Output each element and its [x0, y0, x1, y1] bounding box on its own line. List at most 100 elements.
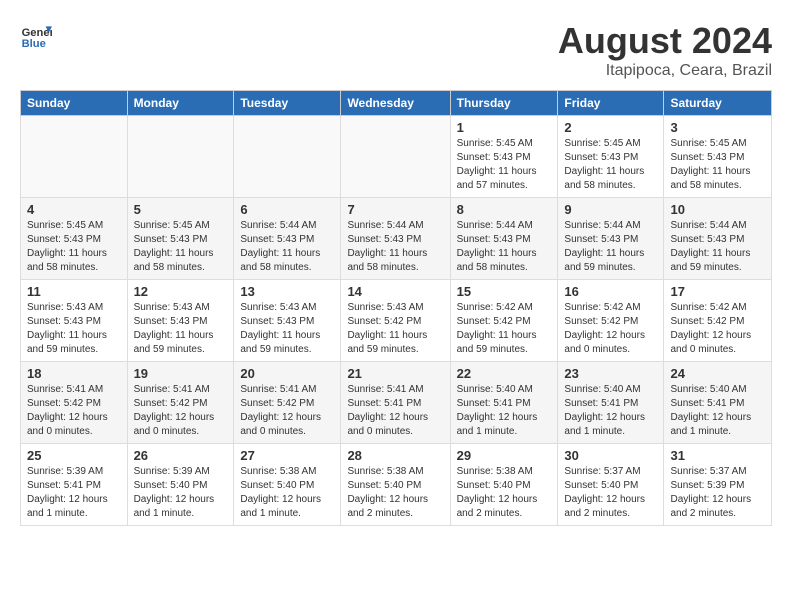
day-cell: 12 Sunrise: 5:43 AM Sunset: 5:43 PM Dayli… — [127, 280, 234, 362]
column-header-saturday: Saturday — [664, 91, 772, 116]
day-cell — [341, 116, 450, 198]
day-info: Sunrise: 5:41 AM Sunset: 5:42 PM Dayligh… — [134, 383, 228, 439]
day-number: 19 — [134, 366, 228, 381]
day-info: Sunrise: 5:42 AM Sunset: 5:42 PM Dayligh… — [670, 301, 765, 357]
day-info: Sunrise: 5:37 AM Sunset: 5:39 PM Dayligh… — [670, 465, 765, 521]
day-info: Sunrise: 5:45 AM Sunset: 5:43 PM Dayligh… — [564, 137, 657, 193]
week-row-4: 18 Sunrise: 5:41 AM Sunset: 5:42 PM Dayli… — [21, 362, 772, 444]
day-info: Sunrise: 5:39 AM Sunset: 5:40 PM Dayligh… — [134, 465, 228, 521]
day-cell — [21, 116, 128, 198]
day-number: 17 — [670, 284, 765, 299]
week-row-5: 25 Sunrise: 5:39 AM Sunset: 5:41 PM Dayli… — [21, 444, 772, 526]
day-info: Sunrise: 5:44 AM Sunset: 5:43 PM Dayligh… — [457, 219, 552, 275]
day-number: 2 — [564, 120, 657, 135]
day-cell: 17 Sunrise: 5:42 AM Sunset: 5:42 PM Dayli… — [664, 280, 772, 362]
week-row-1: 1 Sunrise: 5:45 AM Sunset: 5:43 PM Daylig… — [21, 116, 772, 198]
day-number: 18 — [27, 366, 121, 381]
day-info: Sunrise: 5:43 AM Sunset: 5:43 PM Dayligh… — [240, 301, 334, 357]
day-number: 30 — [564, 448, 657, 463]
day-cell: 4Sunrise: 5:45 AM Sunset: 5:43 PM Daylig… — [21, 198, 128, 280]
day-cell: 28 Sunrise: 5:38 AM Sunset: 5:40 PM Dayli… — [341, 444, 450, 526]
day-info: Sunrise: 5:41 AM Sunset: 5:42 PM Dayligh… — [240, 383, 334, 439]
column-header-tuesday: Tuesday — [234, 91, 341, 116]
day-cell: 16Sunrise: 5:42 AM Sunset: 5:42 PM Dayli… — [558, 280, 664, 362]
day-cell: 5 Sunrise: 5:45 AM Sunset: 5:43 PM Daylig… — [127, 198, 234, 280]
day-info: Sunrise: 5:43 AM Sunset: 5:43 PM Dayligh… — [134, 301, 228, 357]
day-info: Sunrise: 5:43 AM Sunset: 5:43 PM Dayligh… — [27, 301, 121, 357]
day-number: 4 — [27, 202, 121, 217]
day-number: 3 — [670, 120, 765, 135]
day-number: 25 — [27, 448, 121, 463]
day-number: 29 — [457, 448, 552, 463]
day-number: 13 — [240, 284, 334, 299]
day-number: 10 — [670, 202, 765, 217]
day-number: 28 — [347, 448, 443, 463]
day-cell — [234, 116, 341, 198]
day-info: Sunrise: 5:38 AM Sunset: 5:40 PM Dayligh… — [457, 465, 552, 521]
column-header-thursday: Thursday — [450, 91, 558, 116]
main-title: August 2024 — [558, 20, 772, 62]
day-number: 11 — [27, 284, 121, 299]
day-cell: 21 Sunrise: 5:41 AM Sunset: 5:41 PM Dayli… — [341, 362, 450, 444]
day-number: 12 — [134, 284, 228, 299]
column-header-monday: Monday — [127, 91, 234, 116]
header-row: SundayMondayTuesdayWednesdayThursdayFrid… — [21, 91, 772, 116]
day-cell: 27 Sunrise: 5:38 AM Sunset: 5:40 PM Dayli… — [234, 444, 341, 526]
day-number: 1 — [457, 120, 552, 135]
day-info: Sunrise: 5:42 AM Sunset: 5:42 PM Dayligh… — [457, 301, 552, 357]
day-number: 15 — [457, 284, 552, 299]
day-cell: 30Sunrise: 5:37 AM Sunset: 5:40 PM Dayli… — [558, 444, 664, 526]
day-cell: 13 Sunrise: 5:43 AM Sunset: 5:43 PM Dayli… — [234, 280, 341, 362]
day-number: 23 — [564, 366, 657, 381]
day-cell: 7Sunrise: 5:44 AM Sunset: 5:43 PM Daylig… — [341, 198, 450, 280]
day-number: 22 — [457, 366, 552, 381]
day-cell: 19 Sunrise: 5:41 AM Sunset: 5:42 PM Dayli… — [127, 362, 234, 444]
page-header: General Blue August 2024 Itapipoca, Cear… — [20, 20, 772, 80]
day-number: 31 — [670, 448, 765, 463]
day-number: 9 — [564, 202, 657, 217]
day-cell: 25 Sunrise: 5:39 AM Sunset: 5:41 PM Dayli… — [21, 444, 128, 526]
day-cell: 26 Sunrise: 5:39 AM Sunset: 5:40 PM Dayli… — [127, 444, 234, 526]
day-info: Sunrise: 5:45 AM Sunset: 5:43 PM Dayligh… — [670, 137, 765, 193]
day-cell: 24Sunrise: 5:40 AM Sunset: 5:41 PM Dayli… — [664, 362, 772, 444]
day-info: Sunrise: 5:40 AM Sunset: 5:41 PM Dayligh… — [457, 383, 552, 439]
day-info: Sunrise: 5:44 AM Sunset: 5:43 PM Dayligh… — [564, 219, 657, 275]
day-number: 14 — [347, 284, 443, 299]
logo-icon: General Blue — [20, 20, 52, 52]
day-number: 7 — [347, 202, 443, 217]
day-info: Sunrise: 5:41 AM Sunset: 5:41 PM Dayligh… — [347, 383, 443, 439]
day-number: 26 — [134, 448, 228, 463]
column-header-sunday: Sunday — [21, 91, 128, 116]
day-cell — [127, 116, 234, 198]
day-info: Sunrise: 5:43 AM Sunset: 5:42 PM Dayligh… — [347, 301, 443, 357]
day-cell: 15 Sunrise: 5:42 AM Sunset: 5:42 PM Dayli… — [450, 280, 558, 362]
day-number: 21 — [347, 366, 443, 381]
day-number: 27 — [240, 448, 334, 463]
day-info: Sunrise: 5:38 AM Sunset: 5:40 PM Dayligh… — [240, 465, 334, 521]
day-info: Sunrise: 5:38 AM Sunset: 5:40 PM Dayligh… — [347, 465, 443, 521]
day-cell: 1 Sunrise: 5:45 AM Sunset: 5:43 PM Daylig… — [450, 116, 558, 198]
day-cell: 10Sunrise: 5:44 AM Sunset: 5:43 PM Dayli… — [664, 198, 772, 280]
svg-text:Blue: Blue — [22, 38, 46, 50]
day-number: 6 — [240, 202, 334, 217]
day-info: Sunrise: 5:39 AM Sunset: 5:41 PM Dayligh… — [27, 465, 121, 521]
day-number: 20 — [240, 366, 334, 381]
column-header-friday: Friday — [558, 91, 664, 116]
day-cell: 31 Sunrise: 5:37 AM Sunset: 5:39 PM Dayli… — [664, 444, 772, 526]
day-number: 24 — [670, 366, 765, 381]
day-info: Sunrise: 5:41 AM Sunset: 5:42 PM Dayligh… — [27, 383, 121, 439]
day-info: Sunrise: 5:45 AM Sunset: 5:43 PM Dayligh… — [134, 219, 228, 275]
week-row-2: 4 Sunrise: 5:45 AM Sunset: 5:43 PM Daylig… — [21, 198, 772, 280]
day-number: 8 — [457, 202, 552, 217]
day-info: Sunrise: 5:42 AM Sunset: 5:42 PM Dayligh… — [564, 301, 657, 357]
day-cell: 29 Sunrise: 5:38 AM Sunset: 5:40 PM Dayli… — [450, 444, 558, 526]
day-cell: 22 Sunrise: 5:40 AM Sunset: 5:41 PM Dayli… — [450, 362, 558, 444]
day-cell: 9 Sunrise: 5:44 AM Sunset: 5:43 PM Daylig… — [558, 198, 664, 280]
day-info: Sunrise: 5:45 AM Sunset: 5:43 PM Dayligh… — [457, 137, 552, 193]
day-cell: 14 Sunrise: 5:43 AM Sunset: 5:42 PM Dayli… — [341, 280, 450, 362]
day-cell: 8 Sunrise: 5:44 AM Sunset: 5:43 PM Daylig… — [450, 198, 558, 280]
calendar-table: SundayMondayTuesdayWednesdayThursdayFrid… — [20, 90, 772, 526]
subtitle: Itapipoca, Ceara, Brazil — [558, 62, 772, 80]
week-row-3: 11 Sunrise: 5:43 AM Sunset: 5:43 PM Dayli… — [21, 280, 772, 362]
day-number: 5 — [134, 202, 228, 217]
